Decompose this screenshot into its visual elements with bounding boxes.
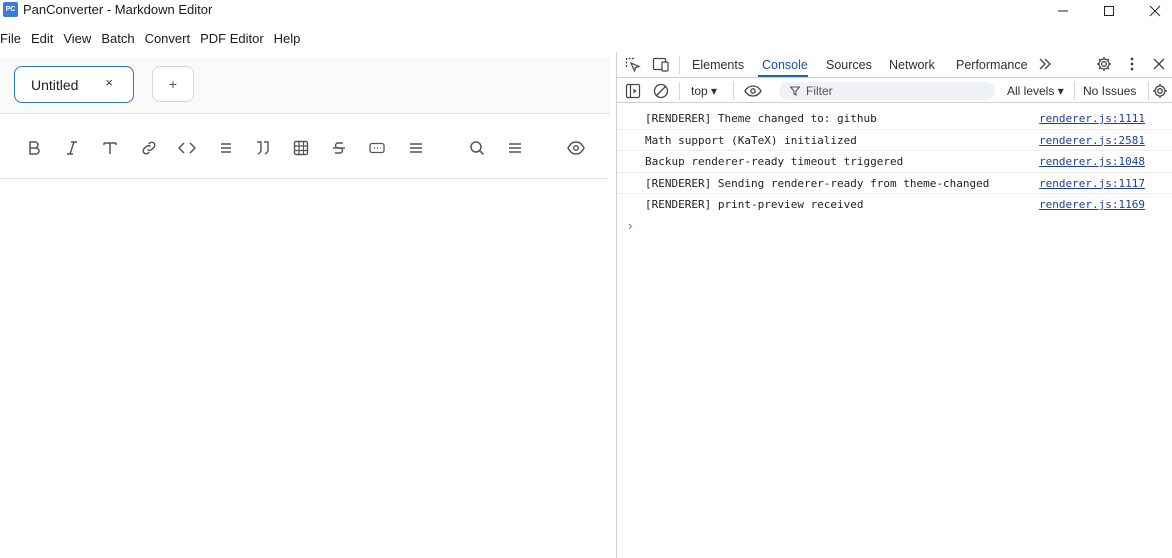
filter-input[interactable]: Filter [779, 82, 995, 100]
title-bar: PC PanConverter - Markdown Editor [0, 0, 1172, 23]
console-message: Backup renderer-ready timeout triggered … [617, 151, 1172, 173]
console-message: [RENDERER] print-preview received render… [617, 194, 1172, 216]
menu-pdf-editor[interactable]: PDF Editor [200, 31, 264, 46]
more-tabs-chevron-icon[interactable] [1038, 57, 1052, 71]
chevron-down-icon: ▾ [1057, 84, 1064, 98]
more-options-icon[interactable] [1126, 56, 1138, 72]
bold-icon[interactable] [24, 138, 44, 158]
heading-icon[interactable] [100, 138, 120, 158]
message-text: [RENDERER] Theme changed to: github [645, 112, 877, 125]
source-link[interactable]: renderer.js:1111 [1039, 112, 1145, 125]
toolbar-separator [1148, 82, 1149, 100]
message-text: Math support (KaTeX) initialized [645, 133, 857, 147]
app-logo-icon: PC [3, 2, 18, 17]
table-icon[interactable] [291, 138, 311, 158]
console-message: [RENDERER] Sending renderer-ready from t… [617, 173, 1172, 194]
code-block-icon[interactable] [367, 138, 387, 158]
toolbar-separator [733, 82, 734, 100]
message-text: [RENDERER] Sending renderer-ready from t… [645, 176, 990, 190]
editor-pane: Untitled × + [0, 58, 610, 558]
tab-elements[interactable]: Elements [692, 58, 744, 72]
menu-help[interactable]: Help [274, 31, 301, 46]
levels-label: All levels [1007, 84, 1055, 98]
tab-console[interactable]: Console [762, 58, 808, 72]
console-log: [RENDERER] Theme changed to: github rend… [617, 108, 1172, 216]
close-devtools-icon[interactable] [1152, 57, 1166, 71]
clear-console-icon[interactable] [653, 83, 669, 99]
message-text: [RENDERER] print-preview received [645, 198, 864, 211]
menu-bar: File Edit View Batch Convert PDF Editor … [0, 27, 310, 49]
tab-performance[interactable]: Performance [956, 58, 1028, 72]
strikethrough-icon[interactable] [329, 138, 349, 158]
sidebar-toggle-icon[interactable] [625, 83, 641, 99]
message-text: Backup renderer-ready timeout triggered [645, 155, 904, 168]
devtools-panel: Elements Console Sources Network Perform… [617, 52, 1172, 558]
close-window-button[interactable] [1132, 0, 1172, 22]
menu-file[interactable]: File [0, 31, 21, 46]
live-expression-eye-icon[interactable] [743, 83, 763, 99]
console-message: [RENDERER] Theme changed to: github rend… [617, 108, 1172, 130]
console-toolbar: top ▾ Filter All levels ▾ No Issues [617, 79, 1172, 103]
maximize-button[interactable] [1086, 0, 1132, 22]
italic-icon[interactable] [62, 138, 82, 158]
toolbar-separator [679, 56, 680, 74]
inspect-element-icon[interactable] [625, 57, 641, 73]
source-link[interactable]: renderer.js:1048 [1039, 155, 1145, 168]
toolbar-separator [679, 82, 680, 100]
log-levels-dropdown[interactable]: All levels ▾ [1007, 84, 1064, 98]
context-selector[interactable]: top ▾ [691, 84, 717, 98]
toolbar-separator [1074, 82, 1075, 100]
active-tab-indicator [758, 75, 808, 77]
console-message: Math support (KaTeX) initialized rendere… [617, 130, 1172, 151]
source-link[interactable]: renderer.js:1117 [1039, 177, 1145, 190]
menu-edit[interactable]: Edit [31, 31, 53, 46]
window-title: PanConverter - Markdown Editor [23, 2, 213, 17]
settings-gear-icon[interactable] [1096, 56, 1112, 72]
source-link[interactable]: renderer.js:1169 [1039, 198, 1145, 211]
device-toolbar-icon[interactable] [652, 57, 670, 73]
menu-convert[interactable]: Convert [145, 31, 191, 46]
tab-close-icon[interactable]: × [105, 75, 113, 90]
menu-view[interactable]: View [63, 31, 91, 46]
tab-label: Untitled [31, 76, 79, 93]
quote-icon[interactable] [253, 138, 273, 158]
filter-funnel-icon [790, 86, 800, 96]
chevron-down-icon: ▾ [711, 84, 718, 98]
link-icon[interactable] [139, 138, 159, 158]
align-icon[interactable] [406, 138, 426, 158]
source-link[interactable]: renderer.js:2581 [1039, 134, 1145, 147]
issues-counter[interactable]: No Issues [1083, 84, 1136, 98]
console-settings-gear-icon[interactable] [1152, 83, 1168, 99]
code-icon[interactable] [177, 138, 197, 158]
console-prompt[interactable]: › [628, 218, 632, 233]
preview-eye-icon[interactable] [566, 138, 586, 158]
devtools-tab-bar: Elements Console Sources Network Perform… [617, 52, 1172, 78]
tab-sources[interactable]: Sources [826, 58, 872, 72]
tab-untitled[interactable]: Untitled × [14, 66, 134, 103]
list-icon[interactable] [216, 138, 236, 158]
add-tab-button[interactable]: + [152, 66, 194, 102]
menu-batch[interactable]: Batch [101, 31, 134, 46]
tab-strip: Untitled × + [0, 58, 610, 114]
context-label: top [691, 84, 708, 98]
minimize-button[interactable] [1040, 0, 1086, 22]
search-icon[interactable] [467, 138, 487, 158]
tab-network[interactable]: Network [889, 58, 935, 72]
formatting-toolbar [0, 114, 608, 179]
filter-placeholder: Filter [806, 84, 833, 98]
menu-icon[interactable] [505, 138, 525, 158]
